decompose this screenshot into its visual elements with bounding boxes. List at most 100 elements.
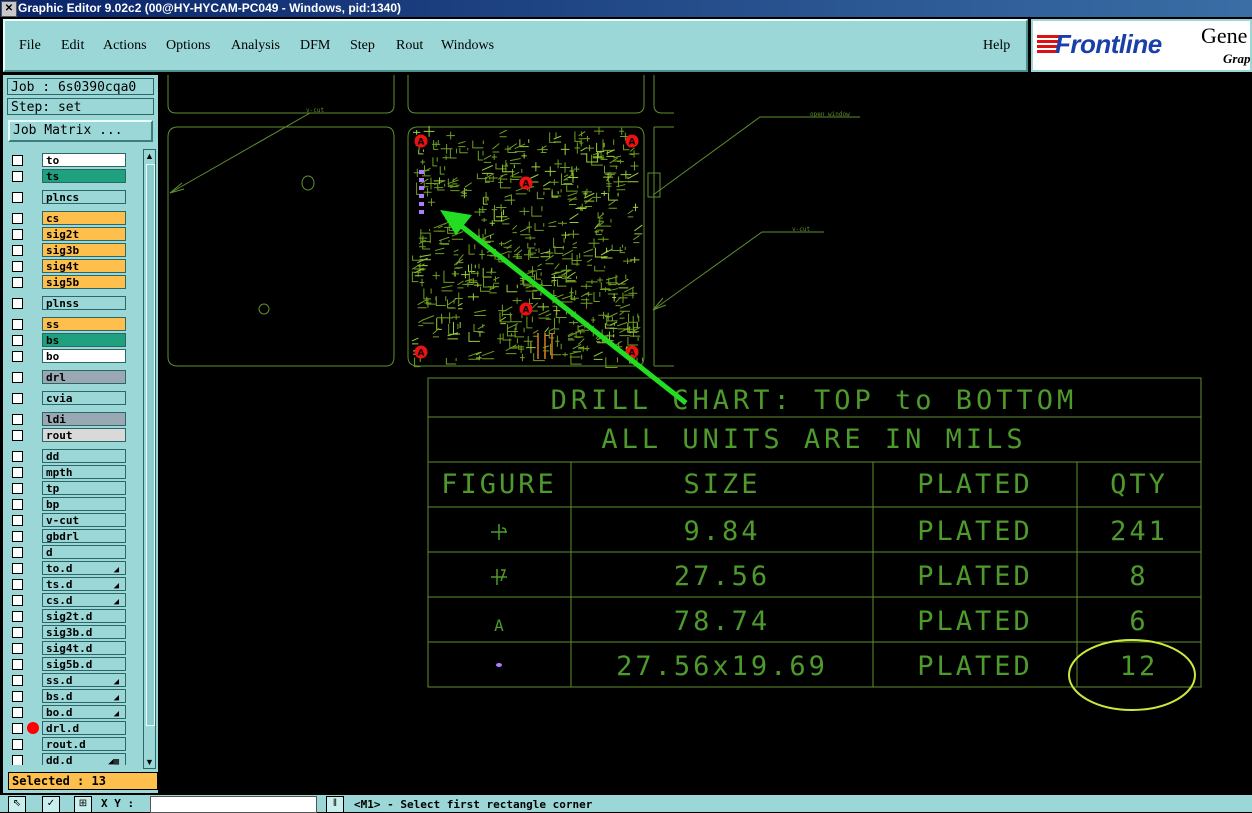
layer-row[interactable]: sig4t.d [8, 641, 130, 656]
menu-file[interactable]: File [19, 38, 41, 54]
layer-name[interactable]: rout.d [42, 737, 126, 751]
layer-checkbox[interactable] [12, 414, 23, 425]
layer-name[interactable]: ss.d ◢ [42, 673, 126, 687]
menu-step[interactable]: Step [350, 38, 375, 54]
layer-name[interactable]: drl [42, 370, 126, 384]
layer-checkbox[interactable] [12, 213, 23, 224]
menu-edit[interactable]: Edit [61, 38, 84, 54]
layer-row[interactable]: bp [8, 497, 130, 512]
layer-checkbox[interactable] [12, 659, 23, 670]
layer-row[interactable]: v-cut [8, 513, 130, 528]
layer-name[interactable]: tp [42, 481, 126, 495]
layer-name[interactable]: sig5b.d [42, 657, 126, 671]
layer-row[interactable]: dd.d ◢▦ [8, 753, 130, 765]
layer-row[interactable]: rout.d [8, 737, 130, 752]
layer-checkbox[interactable] [12, 451, 23, 462]
layer-name[interactable]: to [42, 153, 126, 167]
layer-checkbox[interactable] [12, 691, 23, 702]
layer-row[interactable]: d [8, 545, 130, 560]
layer-checkbox[interactable] [12, 298, 23, 309]
layer-checkbox[interactable] [12, 675, 23, 686]
check-tool-icon[interactable]: ✓ [42, 796, 60, 813]
layer-checkbox[interactable] [12, 229, 23, 240]
layer-checkbox[interactable] [12, 467, 23, 478]
layer-name[interactable]: sig3b.d [42, 625, 126, 639]
layer-checkbox[interactable] [12, 723, 23, 734]
layer-checkbox[interactable] [12, 351, 23, 362]
layer-checkbox[interactable] [12, 277, 23, 288]
layer-row[interactable]: cs [8, 211, 130, 226]
layer-name[interactable]: bs [42, 333, 126, 347]
window-tool-icon[interactable]: ⊞ [74, 796, 92, 813]
layer-checkbox[interactable] [12, 171, 23, 182]
layer-name[interactable]: sig4t [42, 259, 126, 273]
layer-row[interactable]: ldi [8, 412, 130, 427]
layer-checkbox[interactable] [12, 739, 23, 750]
layer-row[interactable]: bo [8, 349, 130, 364]
layer-name[interactable]: v-cut [42, 513, 126, 527]
layer-name[interactable]: dd.d ◢▦ [42, 753, 126, 765]
menu-options[interactable]: Options [166, 38, 210, 54]
layer-checkbox[interactable] [12, 483, 23, 494]
layer-row[interactable]: ts [8, 169, 130, 184]
pointer-tool-icon[interactable]: ⇖ [8, 796, 26, 813]
layer-row[interactable]: gbdrl [8, 529, 130, 544]
layer-scrollbar[interactable]: ▲ ▼ [143, 149, 156, 769]
app-icon[interactable]: ✕ [1, 1, 17, 17]
layer-name[interactable]: d [42, 545, 126, 559]
layer-checkbox[interactable] [12, 393, 23, 404]
layer-checkbox[interactable] [12, 515, 23, 526]
layer-row[interactable]: sig5b.d [8, 657, 130, 672]
job-matrix-button[interactable]: Job Matrix ... [8, 120, 153, 142]
layer-checkbox[interactable] [12, 245, 23, 256]
graphic-canvas[interactable]: v-cut open_window v-cut A A A A A A DRILL CHA… [160, 75, 1252, 793]
menu-rout[interactable]: Rout [396, 38, 423, 54]
layer-checkbox[interactable] [12, 261, 23, 272]
layer-name[interactable]: sig4t.d [42, 641, 126, 655]
layer-checkbox[interactable] [12, 319, 23, 330]
layer-row[interactable]: sig2t [8, 227, 130, 242]
layer-name[interactable]: gbdrl [42, 529, 126, 543]
layer-name[interactable]: bp [42, 497, 126, 511]
layer-row[interactable]: cs.d ◢ [8, 593, 130, 608]
layer-row[interactable]: ts.d ◢ [8, 577, 130, 592]
layer-name[interactable]: cs.d ◢ [42, 593, 126, 607]
layer-name[interactable]: sig5b [42, 275, 126, 289]
layer-row[interactable]: to [8, 153, 130, 168]
layer-row[interactable]: bo.d ◢ [8, 705, 130, 720]
layer-checkbox[interactable] [12, 707, 23, 718]
menu-actions[interactable]: Actions [103, 38, 147, 54]
layer-row[interactable]: cvia [8, 391, 130, 406]
scroll-thumb[interactable] [146, 164, 155, 726]
layer-row[interactable]: to.d ◢ [8, 561, 130, 576]
layer-row[interactable]: sig2t.d [8, 609, 130, 624]
layer-name[interactable]: ts.d ◢ [42, 577, 126, 591]
layer-row[interactable]: sig4t [8, 259, 130, 274]
layer-row[interactable]: dd [8, 449, 130, 464]
layer-checkbox[interactable] [12, 192, 23, 203]
layer-name[interactable]: bs.d ◢ [42, 689, 126, 703]
layer-name[interactable]: to.d ◢ [42, 561, 126, 575]
layer-checkbox[interactable] [12, 563, 23, 574]
layer-row[interactable]: drl.d [8, 721, 130, 736]
layer-row[interactable]: rout [8, 428, 130, 443]
layer-checkbox[interactable] [12, 547, 23, 558]
menu-windows[interactable]: Windows [441, 38, 494, 54]
layer-name[interactable]: bo [42, 349, 126, 363]
layer-row[interactable]: plncs [8, 190, 130, 205]
layer-checkbox[interactable] [12, 499, 23, 510]
layer-name[interactable]: mpth [42, 465, 126, 479]
layer-name[interactable]: ldi [42, 412, 126, 426]
layer-row[interactable]: ss.d ◢ [8, 673, 130, 688]
layer-name[interactable]: sig2t [42, 227, 126, 241]
layer-row[interactable]: plnss [8, 296, 130, 311]
layer-row[interactable]: bs [8, 333, 130, 348]
layer-name[interactable]: drl.d [42, 721, 126, 735]
scroll-down-icon[interactable]: ▼ [144, 756, 155, 768]
layer-checkbox[interactable] [12, 335, 23, 346]
layer-row[interactable]: sig5b [8, 275, 130, 290]
layer-checkbox[interactable] [12, 755, 23, 765]
layer-checkbox[interactable] [12, 531, 23, 542]
layer-name[interactable]: plncs [42, 190, 126, 204]
layer-checkbox[interactable] [12, 372, 23, 383]
